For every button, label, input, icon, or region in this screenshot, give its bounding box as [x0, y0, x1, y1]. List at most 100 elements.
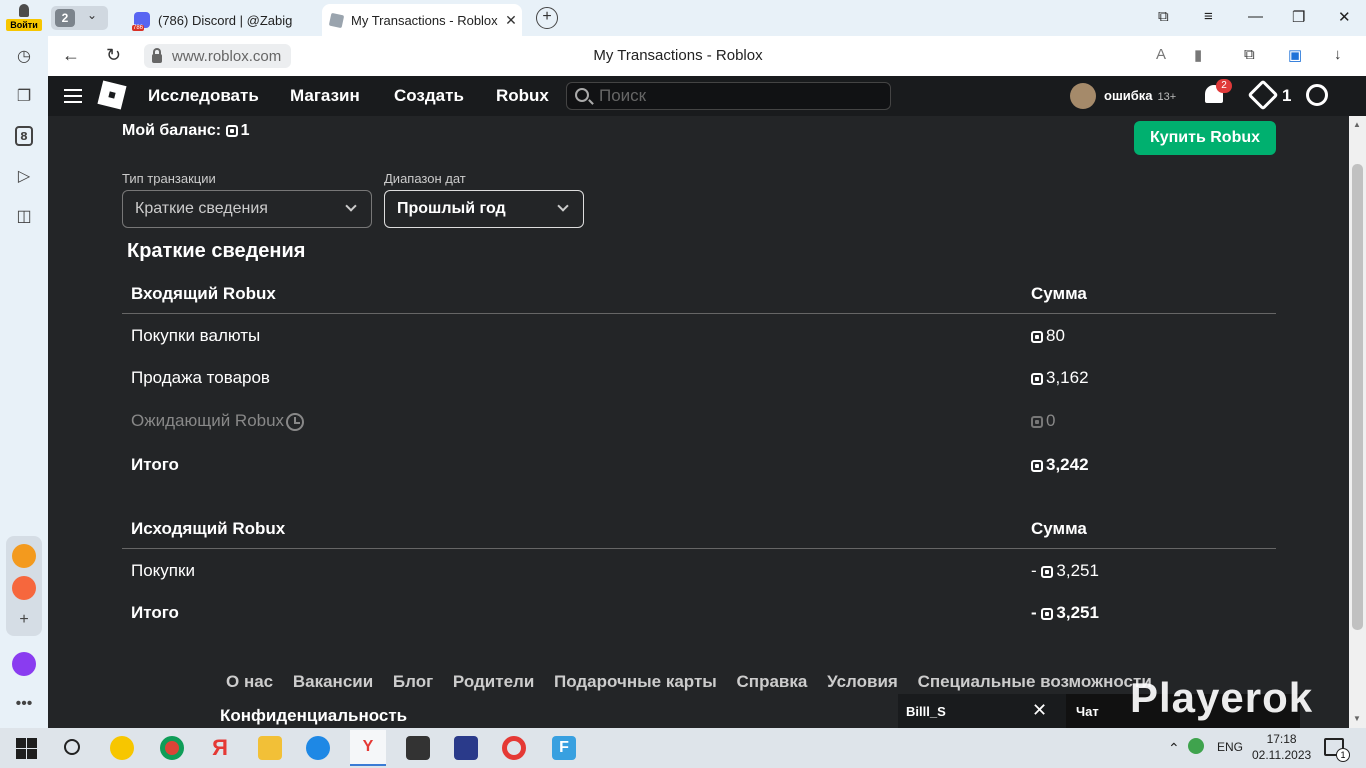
footer-link-accessibility[interactable]: Специальные возможности	[918, 672, 1152, 691]
opera-icon[interactable]	[502, 736, 526, 760]
footer-link-about[interactable]: О нас	[226, 672, 273, 691]
scroll-up-icon[interactable]: ▲	[1353, 120, 1361, 129]
system-clock[interactable]: 17:18 02.11.2023	[1252, 731, 1311, 763]
start-windows-icon[interactable]	[14, 736, 38, 760]
chrome-icon[interactable]	[160, 736, 184, 760]
amount: 3,162	[1031, 368, 1089, 388]
page-scrollbar[interactable]: ▲ ▼	[1349, 116, 1366, 728]
restore-icon[interactable]: ❐	[1292, 8, 1305, 26]
table-row: Продажа товаров 3,162	[131, 368, 1089, 388]
username[interactable]: ошибка 13+	[1104, 88, 1176, 103]
tab-group-count: 2	[55, 9, 75, 27]
footer-link-jobs[interactable]: Вакансии	[293, 672, 373, 691]
notification-center-icon[interactable]: 1	[1324, 738, 1350, 762]
footer-link-parents[interactable]: Родители	[453, 672, 534, 691]
reader-icon[interactable]: ⧉	[1244, 46, 1255, 63]
tab-discord[interactable]: 786 (786) Discord | @Zabig	[126, 4, 318, 36]
roblox-studio-icon[interactable]	[454, 736, 478, 760]
footer-link-blog[interactable]: Блог	[393, 672, 433, 691]
roblox-player-icon[interactable]	[406, 736, 430, 760]
chevron-down-icon: ⌄	[87, 8, 98, 22]
footer-link-gift-cards[interactable]: Подарочные карты	[554, 672, 717, 691]
chat-user[interactable]: Billl_S	[906, 704, 946, 719]
nav-robux[interactable]: Robux	[496, 86, 549, 106]
close-chat-icon[interactable]: ✕	[1032, 700, 1047, 721]
chevron-up-icon[interactable]: ⌃	[1168, 740, 1180, 757]
avatar[interactable]	[1070, 83, 1096, 109]
date-range-select[interactable]: Прошлый год	[384, 190, 584, 228]
video-icon[interactable]: ▷	[12, 164, 36, 188]
footer-links: О нас Вакансии Блог Родители Подарочные …	[226, 672, 1167, 692]
hamburger-menu-icon[interactable]	[64, 89, 82, 103]
screenshot-icon[interactable]: ◫	[12, 204, 36, 228]
nav-marketplace[interactable]: Магазин	[290, 86, 360, 106]
amount: 0	[1031, 411, 1055, 431]
clock-icon[interactable]	[286, 412, 305, 431]
translate-icon[interactable]: A	[1156, 46, 1166, 63]
tab-group-button[interactable]: 2 ⌄	[51, 6, 108, 30]
file-explorer-icon[interactable]	[258, 736, 282, 760]
login-button[interactable]: Войти	[6, 2, 42, 34]
watermark: Playerok	[1130, 674, 1314, 721]
yandex-browser-icon[interactable]: Y	[350, 730, 386, 766]
search-input[interactable]: Поиск	[566, 82, 891, 110]
gear-icon[interactable]	[1306, 84, 1328, 106]
amount: - 3,251	[1031, 603, 1099, 622]
footer-link-privacy[interactable]: Конфиденциальность	[220, 706, 407, 726]
clock-time: 17:18	[1266, 732, 1297, 746]
tab-title: My Transactions - Roblox	[351, 12, 498, 28]
language-indicator[interactable]: ENG	[1217, 740, 1243, 754]
yandex-icon[interactable]: Я	[208, 736, 232, 760]
menu-icon[interactable]: ≡	[1204, 8, 1213, 25]
url-text: www.roblox.com	[172, 47, 282, 65]
close-window-icon[interactable]: ✕	[1338, 8, 1351, 26]
more-icon[interactable]: •••	[12, 692, 36, 716]
downloads-icon[interactable]: ↓	[1334, 46, 1342, 63]
robux-icon[interactable]	[1247, 79, 1279, 111]
sun-app-icon[interactable]	[12, 544, 36, 568]
login-label: Войти	[6, 19, 42, 31]
alice-assistant-icon[interactable]	[12, 652, 36, 676]
roblox-logo[interactable]	[97, 80, 127, 110]
collections-icon[interactable]: ⧉	[1158, 8, 1169, 25]
bookmark-icon[interactable]: ▮	[1194, 46, 1202, 64]
amount: - 3,251	[1031, 561, 1099, 580]
nav-discover[interactable]: Исследовать	[148, 86, 259, 106]
url-field[interactable]: www.roblox.com	[144, 44, 292, 68]
collections-icon[interactable]: ❐	[12, 84, 36, 108]
footer-link-help[interactable]: Справка	[737, 672, 808, 691]
search-icon[interactable]	[64, 739, 80, 755]
search-icon	[575, 88, 589, 102]
amount: 3,242	[1031, 455, 1089, 475]
user-icon	[19, 4, 29, 17]
history-icon[interactable]: ◷	[12, 44, 36, 68]
tab-count-icon[interactable]: 8	[12, 124, 36, 148]
transactions-page: Мой баланс: 1 Купить Robux Тип транзакци…	[48, 116, 1349, 728]
back-icon[interactable]: ←	[62, 45, 80, 66]
header-robux-balance[interactable]: 1	[1282, 86, 1291, 106]
nav-create[interactable]: Создать	[394, 86, 464, 106]
roblox-header: Исследовать Магазин Создать Robux Поиск …	[48, 76, 1366, 116]
mail-app-icon[interactable]	[12, 576, 36, 600]
transaction-type-select[interactable]: Краткие сведения	[122, 190, 372, 228]
tab-transactions[interactable]: My Transactions - Roblox ✕	[322, 4, 522, 36]
balance: Мой баланс: 1	[122, 122, 250, 139]
fortnite-icon[interactable]: F	[552, 736, 576, 760]
table-row-pending: Ожидающий Robux 0	[122, 401, 1276, 441]
scroll-down-icon[interactable]: ▼	[1353, 714, 1361, 723]
edge-icon[interactable]	[306, 736, 330, 760]
buy-robux-button[interactable]: Купить Robux	[1134, 121, 1276, 155]
new-tab-button[interactable]: +	[536, 7, 558, 29]
reload-icon[interactable]: ↻	[106, 45, 121, 66]
scrollbar-thumb[interactable]	[1352, 164, 1363, 630]
robux-icon	[225, 124, 238, 137]
footer-link-terms[interactable]: Условия	[827, 672, 898, 691]
incoming-header: Входящий Robux	[131, 284, 276, 303]
yandex-music-icon[interactable]	[110, 736, 134, 760]
minimize-icon[interactable]: —	[1248, 8, 1263, 25]
screenshot-tool-icon[interactable]: ▣	[1288, 46, 1302, 64]
incoming-total-row: Итого 3,242	[131, 455, 1089, 475]
close-tab-icon[interactable]: ✕	[500, 12, 522, 29]
add-icon[interactable]: +	[12, 608, 36, 632]
tray-app-icon[interactable]	[1188, 738, 1204, 754]
